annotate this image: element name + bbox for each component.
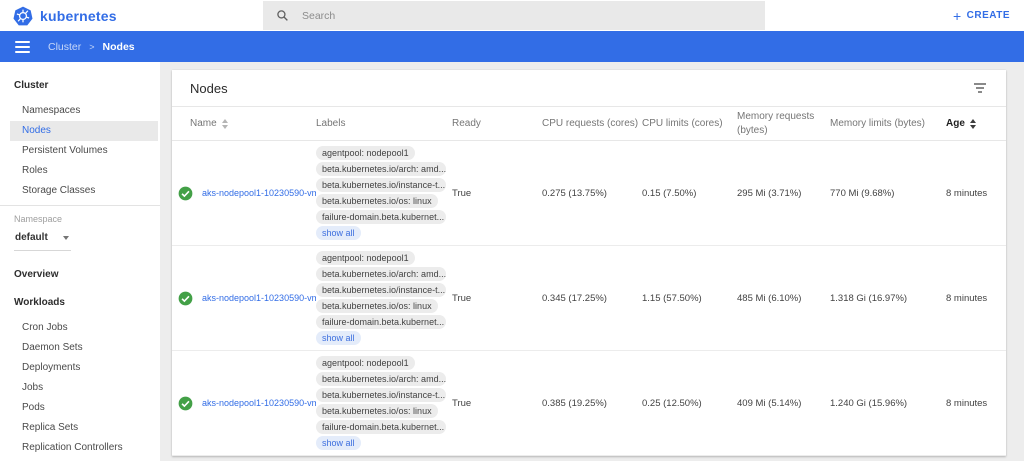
status-ok-icon [178,291,193,306]
label-chip: beta.kubernetes.io/arch: amd... [316,372,446,386]
namespace-label: Namespace [0,206,160,224]
label-chip: beta.kubernetes.io/arch: amd... [316,267,446,281]
label-chip: agentpool: nodepool1 [316,251,415,265]
table-row: aks-nodepool1-10230590-vm... agentpool: … [172,351,1006,456]
memory-requests-cell: 409 Mi (5.14%) [737,398,830,409]
show-all-link[interactable]: show all [316,226,361,240]
table-row: aks-nodepool1-10230590-vm... agentpool: … [172,141,1006,246]
sidebar-item-deployments[interactable]: Deployments [0,358,160,378]
column-header-memory-requests: Memory requests (bytes) [737,110,830,137]
breadcrumb-cluster[interactable]: Cluster [48,41,81,53]
breadcrumb-current: Nodes [103,41,135,53]
kubernetes-brand[interactable]: kubernetes [0,6,117,26]
column-header-cpu-requests: CPU requests (cores) [542,118,642,129]
sidebar-item-storage-classes[interactable]: Storage Classes [0,181,160,201]
sidebar-header-workloads[interactable]: Workloads [0,289,160,318]
chevron-down-icon [63,236,69,240]
search-input[interactable] [300,9,680,23]
label-chip: failure-domain.beta.kubernet... [316,420,446,434]
label-chip: beta.kubernetes.io/instance-t... [316,388,446,402]
page-title: Nodes [190,81,228,96]
table-row: aks-nodepool1-10230590-vm... agentpool: … [172,246,1006,351]
sidebar-item-nodes[interactable]: Nodes [10,121,158,141]
memory-requests-cell: 295 Mi (3.71%) [737,188,830,199]
sidebar-item-roles[interactable]: Roles [0,161,160,181]
label-chip: beta.kubernetes.io/instance-t... [316,283,446,297]
sidebar-item-daemon-sets[interactable]: Daemon Sets [0,338,160,358]
sidebar-header-cluster[interactable]: Cluster [0,68,160,101]
label-chip: beta.kubernetes.io/os: linux [316,404,438,418]
label-chip: agentpool: nodepool1 [316,146,415,160]
cpu-limits-cell: 1.15 (57.50%) [642,293,737,304]
status-ok-icon [178,396,193,411]
global-search[interactable] [263,1,765,30]
kubernetes-logo-icon [13,6,33,26]
brand-wordmark: kubernetes [40,8,117,24]
age-cell: 8 minutes [946,293,1006,304]
label-chip: beta.kubernetes.io/arch: amd... [316,162,446,176]
column-header-age[interactable]: Age [946,118,1006,129]
breadcrumb: Cluster > Nodes [48,41,135,53]
cpu-limits-cell: 0.15 (7.50%) [642,188,737,199]
ready-cell: True [452,398,542,409]
create-button[interactable]: + CREATE [953,0,1010,31]
age-cell: 8 minutes [946,188,1006,199]
labels-cell: agentpool: nodepool1 beta.kubernetes.io/… [316,251,452,345]
namespace-selector[interactable]: default [14,232,71,251]
sidebar-nav: Cluster Namespaces Nodes Persistent Volu… [0,62,160,461]
nodes-card: Nodes Name Labels Ready CPU requests (co… [172,70,1006,456]
label-chip: failure-domain.beta.kubernet... [316,315,446,329]
label-chip: beta.kubernetes.io/instance-t... [316,178,446,192]
label-chip: beta.kubernetes.io/os: linux [316,299,438,313]
label-chip: failure-domain.beta.kubernet... [316,210,446,224]
column-header-memory-limits: Memory limits (bytes) [830,118,946,129]
table-header-row: Name Labels Ready CPU requests (cores) C… [172,106,1006,141]
sidebar-item-replica-sets[interactable]: Replica Sets [0,418,160,438]
ready-cell: True [452,188,542,199]
node-name-link[interactable]: aks-nodepool1-10230590-vm... [202,398,316,408]
sidebar-item-replication-controllers[interactable]: Replication Controllers [0,438,160,458]
breadcrumb-toolbar: Cluster > Nodes [0,31,1024,62]
namespace-selected-value: default [15,232,48,243]
cpu-requests-cell: 0.345 (17.25%) [542,293,642,304]
memory-limits-cell: 1.318 Gi (16.97%) [830,293,946,304]
sort-icon [222,119,228,129]
cpu-limits-cell: 0.25 (12.50%) [642,398,737,409]
sidebar-item-cron-jobs[interactable]: Cron Jobs [0,318,160,338]
labels-cell: agentpool: nodepool1 beta.kubernetes.io/… [316,146,452,240]
filter-icon[interactable] [969,78,991,98]
memory-limits-cell: 770 Mi (9.68%) [830,188,946,199]
labels-cell: agentpool: nodepool1 beta.kubernetes.io/… [316,356,452,450]
search-icon [276,9,289,22]
sidebar-item-jobs[interactable]: Jobs [0,378,160,398]
memory-limits-cell: 1.240 Gi (15.96%) [830,398,946,409]
show-all-link[interactable]: show all [316,331,361,345]
column-header-name[interactable]: Name [172,118,316,129]
node-name-link[interactable]: aks-nodepool1-10230590-vm... [202,293,316,303]
status-ok-icon [178,186,193,201]
column-header-cpu-limits: CPU limits (cores) [642,118,737,129]
age-cell: 8 minutes [946,398,1006,409]
top-app-bar: kubernetes + CREATE [0,0,1024,31]
sidebar-item-overview[interactable]: Overview [0,251,160,289]
sidebar-item-pods[interactable]: Pods [0,398,160,418]
plus-icon: + [953,11,962,21]
memory-requests-cell: 485 Mi (6.10%) [737,293,830,304]
menu-icon[interactable] [15,41,30,53]
label-chip: agentpool: nodepool1 [316,356,415,370]
column-header-labels: Labels [316,118,452,129]
sidebar-item-persistent-volumes[interactable]: Persistent Volumes [0,141,160,161]
node-name-link[interactable]: aks-nodepool1-10230590-vm... [202,188,316,198]
cpu-requests-cell: 0.385 (19.25%) [542,398,642,409]
show-all-link[interactable]: show all [316,436,361,450]
content-area: Nodes Name Labels Ready CPU requests (co… [160,62,1024,461]
sidebar-item-namespaces[interactable]: Namespaces [0,101,160,121]
ready-cell: True [452,293,542,304]
create-button-label: CREATE [967,10,1010,21]
sort-icon [970,119,976,129]
chevron-right-icon: > [89,42,94,52]
column-header-ready: Ready [452,118,542,129]
label-chip: beta.kubernetes.io/os: linux [316,194,438,208]
cpu-requests-cell: 0.275 (13.75%) [542,188,642,199]
